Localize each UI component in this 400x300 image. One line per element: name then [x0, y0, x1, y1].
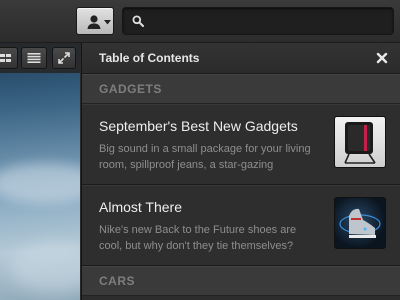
search-input[interactable]	[149, 11, 389, 33]
user-icon	[87, 15, 101, 29]
article-image-viewer	[0, 43, 80, 300]
toc-item-title: September's Best New Gadgets	[99, 118, 298, 134]
close-button[interactable]	[375, 51, 389, 65]
caret-down-icon	[104, 20, 111, 25]
shoe-image	[339, 208, 381, 238]
toc-item-title: Almost There	[99, 199, 182, 215]
list-view-button[interactable]	[21, 47, 47, 69]
section-label: CARS	[99, 274, 136, 288]
grid-view-icon	[0, 54, 11, 62]
section-header-gadgets: GADGETS	[82, 74, 400, 104]
toc-item-description: Big sound in a small package for your li…	[99, 143, 311, 171]
top-bar	[0, 0, 400, 43]
gadget-thumbnail	[334, 116, 386, 168]
gadget-image	[344, 122, 376, 164]
close-icon	[376, 52, 388, 64]
table-of-contents-panel: Table of Contents GADGETS September's Be…	[81, 43, 400, 300]
section-header-cars: CARS	[82, 266, 400, 296]
panel-title: Table of Contents	[99, 51, 200, 65]
shoe-thumbnail	[334, 197, 386, 249]
user-menu-button[interactable]	[76, 7, 114, 35]
toc-item-description: Nike's new Back to the Future shoes are …	[99, 224, 297, 252]
panel-header: Table of Contents	[82, 43, 400, 74]
cloud-shape	[10, 243, 80, 293]
section-label: GADGETS	[99, 82, 162, 96]
search-box[interactable]	[122, 7, 394, 35]
list-view-icon	[27, 53, 41, 63]
toc-item[interactable]: Almost There Nike's new Back to the Futu…	[82, 185, 400, 266]
cloud-shape	[0, 163, 80, 203]
toc-item[interactable]: September's Best New Gadgets Big sound i…	[82, 104, 400, 185]
grid-view-button[interactable]	[0, 47, 18, 69]
fullscreen-button[interactable]	[52, 47, 76, 69]
viewer-toolbar	[0, 43, 80, 73]
fullscreen-icon	[58, 52, 70, 64]
search-icon	[132, 15, 144, 27]
